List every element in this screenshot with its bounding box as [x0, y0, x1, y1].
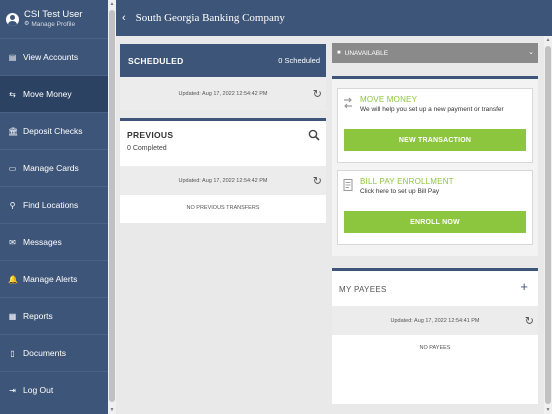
sidebar-item-label: Move Money	[23, 89, 72, 99]
sidebar-item-deposit-checks[interactable]: 🏛 Deposit Checks	[0, 112, 108, 149]
account-select[interactable]: ■ UNAVAILABLE ⌄	[332, 43, 538, 63]
user-avatar-icon	[6, 12, 19, 26]
new-transaction-button[interactable]: NEW TRANSACTION	[344, 129, 526, 151]
account-select-value: UNAVAILABLE	[344, 49, 389, 57]
sidebar-item-messages[interactable]: ✉ Messages	[0, 223, 108, 260]
main-scroll-thumb[interactable]	[545, 46, 551, 404]
scroll-down-arrow-icon[interactable]: ▼	[108, 407, 116, 413]
sidebar-item-label: Messages	[23, 237, 62, 247]
sidebar-item-label: Reports	[23, 311, 53, 321]
sidebar-item-label: Find Locations	[23, 200, 79, 210]
previous-count: 0 Completed	[127, 145, 167, 152]
payees-card: MY PAYEES + Updated: Aug 17, 2022 12:54:…	[332, 268, 538, 404]
document-icon	[343, 179, 353, 191]
top-bar: ‹ South Georgia Banking Company	[116, 0, 552, 36]
transfer-icon: ⇆	[9, 89, 16, 99]
sidebar-scroll-thumb[interactable]	[109, 10, 115, 402]
scroll-up-arrow-icon[interactable]: ▲	[108, 1, 116, 7]
scheduled-title: SCHEDULED	[128, 55, 184, 66]
previous-updated-text: Updated: Aug 17, 2022 12:54:42 PM	[178, 177, 268, 184]
payees-updated-text: Updated: Aug 17, 2022 12:54:41 PM	[390, 317, 480, 324]
nav-list: ▤ View Accounts ⇆ Move Money 🏛 Deposit Checks…	[0, 38, 108, 408]
scheduled-updated-row: Updated: Aug 17, 2022 12:54:42 PM ↻	[120, 77, 326, 110]
scheduled-updated-text: Updated: Aug 17, 2022 12:54:42 PM	[178, 90, 268, 97]
move-money-card: MOVE MONEY We will help you set up a new…	[337, 88, 533, 163]
sidebar-item-label: Log Out	[23, 385, 54, 395]
gear-icon: ⚙	[24, 21, 30, 27]
wallet-icon: ▤	[8, 52, 17, 62]
report-icon: ▦	[8, 311, 17, 321]
bell-icon: 🔔	[8, 274, 18, 284]
user-profile[interactable]: CSI Test User ⚙ Manage Profile	[0, 0, 108, 38]
bill-pay-title: BILL PAY ENROLLMENT	[360, 177, 454, 186]
add-payee-plus-icon[interactable]: +	[520, 279, 528, 294]
sidebar-scrollbar[interactable]: ▲ ▼	[108, 0, 116, 414]
payees-updated-row: Updated: Aug 17, 2022 12:54:41 PM ↻	[332, 306, 538, 335]
manage-profile-label: Manage Profile	[31, 21, 76, 28]
no-previous-transfers: NO PREVIOUS TRANSFERS	[186, 205, 260, 211]
move-money-desc: We will help you set up a new payment or…	[360, 106, 504, 113]
map-pin-icon: ⚲	[9, 200, 16, 210]
actions-panel: MOVE MONEY We will help you set up a new…	[332, 76, 538, 256]
previous-updated-row: Updated: Aug 17, 2022 12:54:42 PM ↻	[120, 166, 326, 195]
logout-icon: ⇥	[9, 385, 16, 395]
card-icon: ▭	[8, 163, 17, 173]
enroll-now-button[interactable]: ENROLL NOW	[344, 211, 526, 233]
scheduled-count: 0 Scheduled	[278, 56, 320, 65]
move-money-title: MOVE MONEY	[360, 95, 418, 104]
transfer-icon	[344, 97, 352, 109]
previous-title: PREVIOUS	[127, 130, 174, 140]
scroll-down-arrow-icon[interactable]: ▼	[544, 407, 552, 413]
back-chevron-icon[interactable]: ‹	[122, 12, 126, 24]
search-icon[interactable]	[308, 129, 320, 141]
previous-card: PREVIOUS 0 Completed Updated: Aug 17, 20…	[120, 118, 326, 223]
main-scrollbar[interactable]: ▲ ▼	[544, 36, 552, 414]
document-icon: ▯	[10, 348, 15, 358]
sidebar-item-label: Manage Cards	[23, 163, 79, 173]
page-title: South Georgia Banking Company	[135, 12, 285, 24]
payees-title: MY PAYEES	[339, 285, 387, 294]
manage-profile-link[interactable]: ⚙ Manage Profile	[24, 20, 82, 29]
sidebar-item-find-locations[interactable]: ⚲ Find Locations	[0, 186, 108, 223]
refresh-icon[interactable]: ↻	[313, 174, 322, 187]
sidebar-item-view-accounts[interactable]: ▤ View Accounts	[0, 38, 108, 75]
sidebar-item-documents[interactable]: ▯ Documents	[0, 334, 108, 371]
refresh-icon[interactable]: ↻	[313, 87, 322, 100]
sidebar-item-label: Manage Alerts	[23, 274, 78, 284]
sidebar: CSI Test User ⚙ Manage Profile ▤ View Acc…	[0, 0, 108, 414]
no-payees: NO PAYEES	[419, 345, 451, 351]
scheduled-header: SCHEDULED 0 Scheduled	[120, 44, 326, 77]
chevron-down-icon: ⌄	[528, 49, 534, 56]
sidebar-item-label: Deposit Checks	[23, 126, 83, 136]
user-name: CSI Test User	[24, 9, 83, 20]
sidebar-item-label: Documents	[23, 348, 66, 358]
bank-icon: 🏛	[8, 126, 19, 136]
sidebar-item-log-out[interactable]: ⇥ Log Out	[0, 371, 108, 408]
sidebar-item-reports[interactable]: ▦ Reports	[0, 297, 108, 334]
sidebar-item-manage-cards[interactable]: ▭ Manage Cards	[0, 149, 108, 186]
sidebar-item-move-money[interactable]: ⇆ Move Money	[0, 75, 108, 112]
refresh-icon[interactable]: ↻	[525, 314, 534, 327]
lock-icon: ■	[337, 50, 341, 56]
bill-pay-desc: Click here to set up Bill Pay	[360, 188, 440, 195]
scroll-up-arrow-icon[interactable]: ▲	[544, 37, 552, 43]
sidebar-item-label: View Accounts	[23, 52, 79, 62]
bill-pay-card: BILL PAY ENROLLMENT Click here to set up…	[337, 170, 533, 245]
envelope-icon: ✉	[9, 237, 16, 247]
sidebar-item-manage-alerts[interactable]: 🔔 Manage Alerts	[0, 260, 108, 297]
